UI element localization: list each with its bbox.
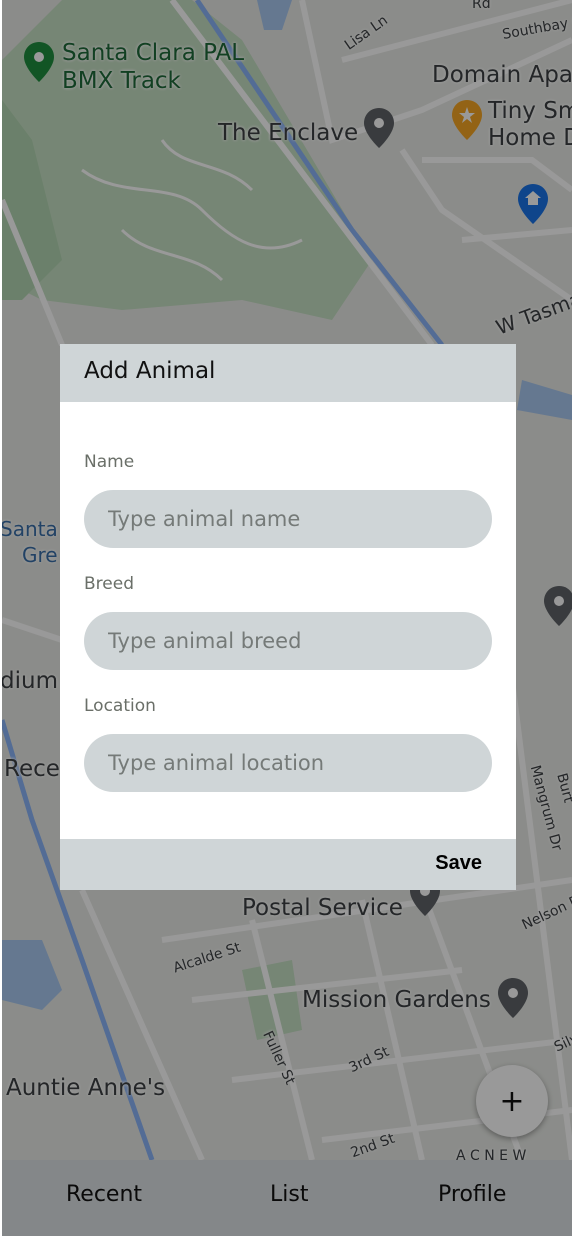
location-label: Location (84, 696, 156, 716)
name-input[interactable] (84, 490, 492, 548)
breed-input[interactable] (84, 612, 492, 670)
breed-label: Breed (84, 574, 134, 594)
add-animal-dialog: Add Animal Name Breed Location Save (60, 344, 516, 890)
save-button[interactable]: Save (435, 852, 482, 875)
dialog-header: Add Animal (60, 344, 516, 402)
name-label: Name (84, 452, 135, 472)
location-input[interactable] (84, 734, 492, 792)
dialog-footer: Save (60, 839, 516, 890)
dialog-title: Add Animal (84, 358, 216, 384)
